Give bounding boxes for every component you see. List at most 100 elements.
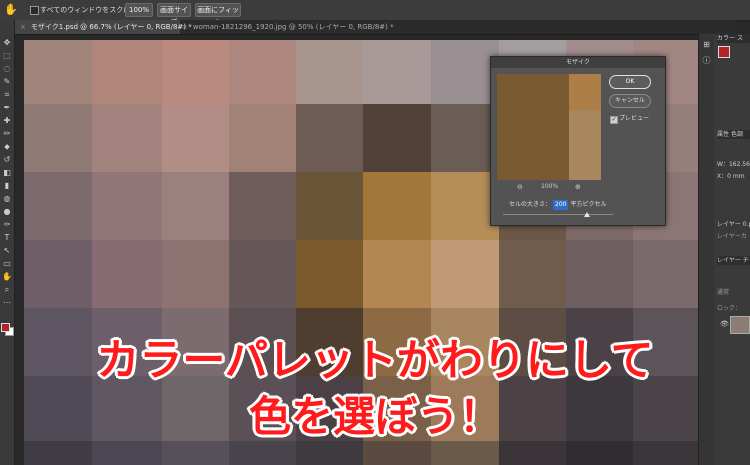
mosaic-tile	[229, 240, 296, 308]
mosaic-tile	[92, 40, 162, 104]
quick-select-icon[interactable]: ✎	[2, 77, 12, 87]
foreground-color-swatch[interactable]	[718, 46, 730, 58]
mosaic-tile	[363, 172, 431, 240]
mosaic-tile	[24, 441, 92, 465]
type-icon[interactable]: T	[2, 233, 12, 243]
options-bar: ✋ すべてのウィンドウをスクロール 100% 画面サイズ 画面にフィット	[0, 0, 750, 26]
mosaic-tile	[229, 40, 296, 104]
path-select-icon[interactable]: ↖	[2, 246, 12, 256]
caption-line-2: 色を選ぼう！	[248, 392, 501, 441]
mosaic-tile	[296, 104, 363, 172]
eraser-icon[interactable]: ◧	[2, 168, 12, 178]
preview-checkbox[interactable]: ✓	[610, 116, 618, 124]
preview-cell	[569, 74, 601, 110]
mosaic-tile	[363, 441, 431, 465]
mosaic-tile	[431, 441, 499, 465]
width-field[interactable]: W：162.56	[717, 160, 750, 169]
mosaic-tile	[24, 172, 92, 240]
mosaic-tile	[162, 240, 229, 308]
mosaic-tile	[92, 240, 162, 308]
lock-label: ロック：	[717, 305, 742, 312]
blur-icon[interactable]: ◍	[2, 194, 12, 204]
color-panel-tab[interactable]: カラー ス	[717, 34, 750, 43]
scroll-all-checkbox[interactable]	[30, 6, 39, 15]
zoom-in-icon[interactable]: ⊕	[575, 182, 581, 192]
marquee-icon[interactable]: ⬚	[2, 51, 12, 61]
pen-icon[interactable]: ✑	[2, 220, 12, 230]
mosaic-tile	[633, 240, 698, 308]
eyedropper-icon[interactable]: ✒	[2, 103, 12, 113]
x-field[interactable]: X：0 mm	[717, 172, 745, 181]
mosaic-tile	[431, 240, 499, 308]
ok-button[interactable]: OK	[609, 75, 651, 89]
history-brush-icon[interactable]: ↺	[2, 155, 12, 165]
tab-label: woman-1821296_1920.jpg @ 50% (レイヤー 0, RG…	[192, 23, 394, 31]
hand-icon[interactable]: ✋	[2, 272, 12, 282]
close-icon[interactable]: ×	[182, 23, 188, 31]
mosaic-preview[interactable]	[497, 74, 601, 180]
layer-thumbnail[interactable]	[730, 316, 750, 334]
zoom-out-icon[interactable]: ⊖	[517, 182, 523, 192]
gradient-icon[interactable]: ▮	[2, 181, 12, 191]
properties-panel-tab[interactable]: 属性 色調	[717, 130, 750, 139]
document-tab-bar: × モザイク1.psd @ 66.7% (レイヤー 0, RGB/8#) * × w…	[14, 20, 736, 35]
tab-woman-jpg[interactable]: × woman-1821296_1920.jpg @ 50% (レイヤー 0, R…	[176, 20, 402, 34]
layers-panel-tab[interactable]: レイヤー チャ	[717, 256, 750, 265]
mosaic-tile	[229, 104, 296, 172]
tab-label: モザイク1.psd @ 66.7% (レイヤー 0, RGB/8#) *	[30, 23, 192, 31]
layer-comp-label-2: レイヤーカ	[717, 233, 747, 240]
more-icon[interactable]: ⋯	[2, 298, 12, 308]
mosaic-tile	[229, 441, 296, 465]
mosaic-tile	[363, 104, 431, 172]
cell-size-input[interactable]: 200	[553, 200, 569, 210]
mosaic-tile	[296, 40, 363, 104]
move-icon[interactable]: ✥	[2, 38, 12, 48]
healing-icon[interactable]: ✚	[2, 116, 12, 126]
history-icon[interactable]: ⊞	[702, 40, 711, 49]
dialog-title: モザイク	[491, 57, 665, 68]
hand-tool-icon[interactable]: ✋	[4, 3, 18, 17]
zoom-level: 100%	[541, 183, 559, 190]
layer-comp-label: レイヤー 0.ps	[717, 221, 750, 228]
crop-icon[interactable]: ⌗	[2, 90, 12, 100]
mosaic-tile	[633, 441, 698, 465]
cell-size-slider-track[interactable]	[503, 214, 613, 215]
fit-screen-button[interactable]: 画面にフィット	[195, 3, 241, 26]
preview-cell	[497, 110, 569, 180]
mosaic-tile	[363, 40, 431, 104]
close-icon[interactable]: ×	[20, 23, 26, 31]
mosaic-tile	[499, 240, 566, 308]
mosaic-tile	[431, 40, 499, 104]
mosaic-dialog: モザイク OK キャンセル ✓ プレビュー ⊖ 100% ⊕ セルの大きさ： 20…	[490, 56, 666, 226]
cancel-button[interactable]: キャンセル	[609, 94, 651, 108]
mosaic-tile	[162, 172, 229, 240]
stamp-icon[interactable]: ⬥	[2, 142, 12, 152]
lasso-icon[interactable]: ◌	[2, 64, 12, 74]
zoom-icon[interactable]: ⌕	[2, 285, 12, 295]
blend-mode-select[interactable]: 通常	[717, 288, 729, 297]
caption-line-1: カラーパレットがわりにして	[96, 336, 654, 386]
mosaic-tile	[92, 104, 162, 172]
mosaic-tile	[431, 172, 499, 240]
mosaic-tile	[499, 441, 566, 465]
mosaic-tile	[162, 441, 229, 465]
mosaic-tile	[296, 240, 363, 308]
zoom-100-button[interactable]: 100%	[125, 3, 153, 17]
foreground-color-swatch[interactable]	[1, 323, 10, 332]
brush-icon[interactable]: ✏	[2, 129, 12, 139]
mosaic-tile	[363, 240, 431, 308]
mosaic-tile	[296, 172, 363, 240]
preview-cell	[569, 110, 601, 180]
dodge-icon[interactable]: ●	[2, 207, 12, 217]
shape-icon[interactable]: ▭	[2, 259, 12, 269]
eye-icon[interactable]: 👁	[720, 320, 729, 328]
cell-size-unit: 平方ピクセル	[570, 201, 607, 208]
mosaic-tile	[24, 240, 92, 308]
info-icon[interactable]: ⓘ	[702, 56, 711, 65]
preview-cell	[497, 74, 569, 110]
screen-size-button[interactable]: 画面サイズ	[157, 3, 191, 26]
mosaic-tile	[92, 441, 162, 465]
cell-size-label: セルの大きさ：	[509, 201, 552, 208]
tab-mosaic-psd[interactable]: × モザイク1.psd @ 66.7% (レイヤー 0, RGB/8#) *	[14, 20, 192, 34]
cell-size-slider-thumb[interactable]	[584, 212, 590, 217]
